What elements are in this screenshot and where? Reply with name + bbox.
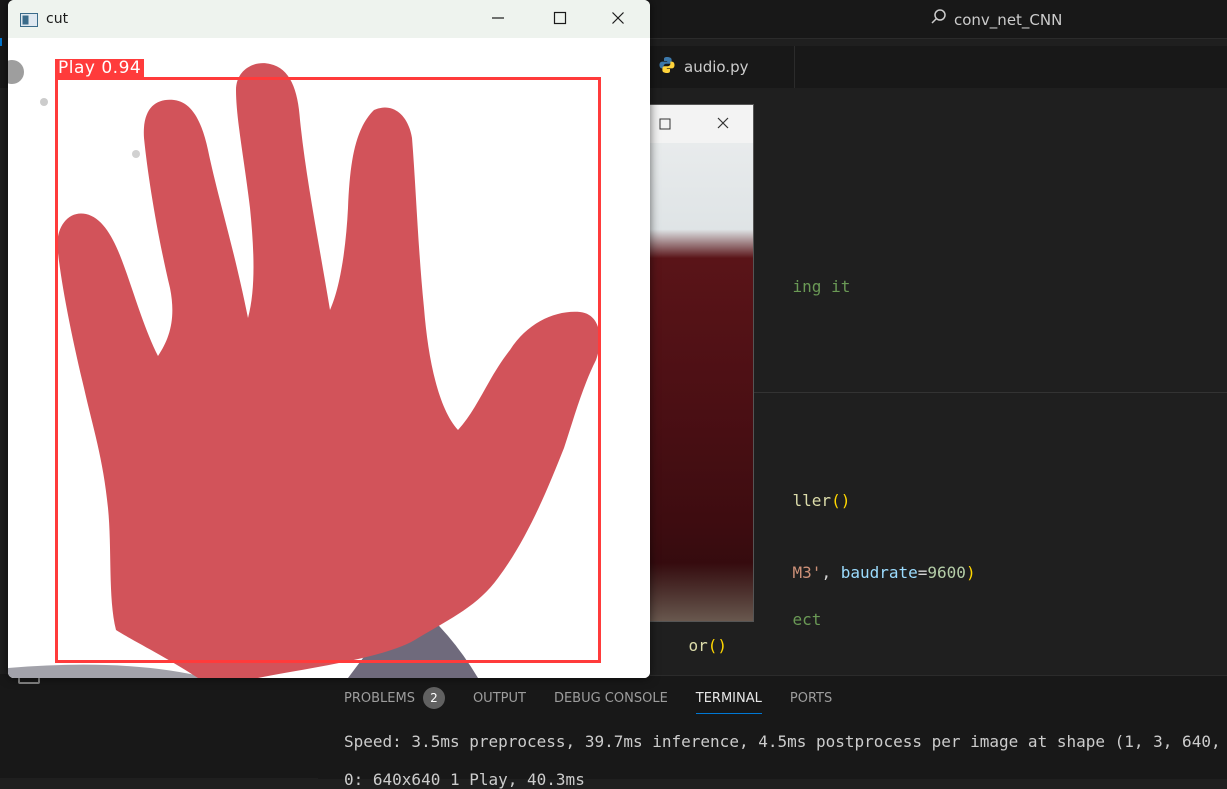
tab-problems[interactable]: PROBLEMS 2 — [344, 687, 445, 709]
code-eq: = — [917, 563, 928, 582]
minimize-icon — [491, 10, 505, 29]
tab-debug-label: DEBUG CONSOLE — [553, 690, 668, 706]
tab-ports[interactable]: PORTS — [790, 691, 832, 706]
app-window-icon — [20, 12, 38, 27]
cut-window-title: cut — [46, 11, 69, 27]
maximize-icon — [659, 115, 671, 134]
code-comment-2: ect — [792, 610, 822, 629]
code-number: 9600 — [927, 563, 966, 582]
cut-window-titlebar[interactable]: cut — [8, 0, 650, 38]
detection-label: Play 0.94 — [55, 59, 145, 77]
bottom-panel: PROBLEMS 2 OUTPUT DEBUG CONSOLE TERMINAL… — [318, 675, 1227, 789]
sleeve-shape — [8, 664, 208, 678]
sidebar — [60, 674, 319, 778]
camera-feed — [649, 143, 753, 621]
close-button[interactable] — [606, 8, 630, 30]
tab-problems-label: PROBLEMS — [344, 690, 415, 706]
code-line-controller: ller() — [754, 472, 851, 529]
tab-output[interactable]: OUTPUT — [473, 691, 526, 706]
search-icon — [930, 8, 948, 33]
code-paren: () — [831, 491, 851, 510]
code-line-comment-1: ing it — [754, 258, 851, 315]
code-fn-2: or — [688, 636, 708, 655]
camera-feed-shade — [649, 563, 753, 621]
background-blob — [40, 98, 48, 106]
tab-ports-label: PORTS — [789, 690, 833, 706]
problems-count-badge: 2 — [422, 687, 445, 709]
panel-tabs: PROBLEMS 2 OUTPUT DEBUG CONSOLE TERMINAL… — [344, 686, 860, 714]
maximize-button[interactable] — [548, 8, 572, 30]
code-comment: ing it — [792, 277, 851, 296]
close-icon — [611, 10, 625, 29]
command-center-title: conv_net_CNN — [954, 11, 1063, 29]
close-icon — [716, 115, 730, 134]
maximize-button[interactable] — [653, 113, 677, 135]
code-paren-2: () — [707, 636, 728, 655]
detection-box — [55, 77, 601, 663]
code-close-paren: ) — [965, 563, 976, 582]
tab-debug-console[interactable]: DEBUG CONSOLE — [554, 691, 668, 706]
command-center[interactable]: conv_net_CNN — [930, 8, 1062, 32]
cut-window[interactable]: cut Play 0.94 — [8, 0, 650, 678]
tab-audio-py[interactable]: audio.py — [648, 46, 795, 88]
code-line-comment-2: ect — [754, 591, 822, 648]
camera-window[interactable] — [648, 104, 754, 622]
terminal-line: 0: 640x640 1 Play, 40.3ms — [344, 770, 585, 789]
background-blob — [8, 60, 24, 84]
tab-terminal-label: TERMINAL — [695, 690, 762, 706]
segmentation-canvas — [8, 38, 650, 678]
close-button[interactable] — [711, 113, 735, 135]
python-icon — [658, 56, 676, 78]
tab-label: audio.py — [684, 58, 749, 76]
minimize-button[interactable] — [486, 8, 510, 30]
code-fn: ller — [792, 491, 832, 510]
code-kwarg: baudrate — [840, 563, 918, 582]
terminal-line: Speed: 3.5ms preprocess, 39.7ms inferenc… — [344, 732, 1227, 751]
code-line-call: or() — [650, 617, 728, 674]
camera-window-titlebar[interactable] — [649, 105, 753, 143]
maximize-icon — [553, 10, 567, 29]
code-comma: , — [821, 563, 841, 582]
tab-terminal[interactable]: TERMINAL — [695, 690, 763, 714]
code-string: M3' — [792, 563, 822, 582]
tab-output-label: OUTPUT — [472, 690, 526, 706]
